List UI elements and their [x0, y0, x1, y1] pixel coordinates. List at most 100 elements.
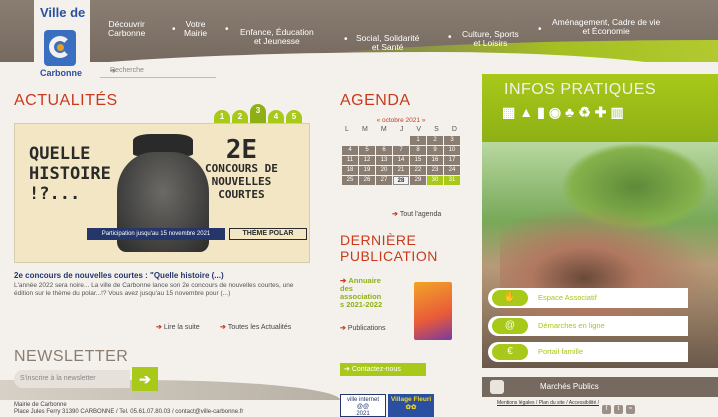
euro-icon: €: [492, 344, 528, 360]
calendar-day[interactable]: 10: [444, 146, 460, 155]
calendar-day[interactable]: 13: [376, 156, 392, 165]
nav-decouvrir[interactable]: Découvrir Carbonne: [108, 20, 145, 38]
calendar-day[interactable]: 5: [359, 146, 375, 155]
nav-mairie[interactable]: Votre Mairie: [184, 20, 207, 38]
cross-icon[interactable]: ✚: [595, 104, 607, 121]
calendar-day[interactable]: 27: [376, 176, 392, 185]
calendar-day[interactable]: 22: [410, 166, 426, 175]
news-title[interactable]: 2e concours de nouvelles courtes : "Quel…: [14, 271, 224, 280]
nav-social[interactable]: Social, Solidarité et Santé: [356, 34, 419, 52]
hero-right-block: 2E CONCOURS DE NOUVELLES COURTES: [205, 137, 278, 201]
ville-internet-badge[interactable]: ville internet @@ 2021: [340, 394, 386, 417]
quick-link-label: Démarches en ligne: [538, 321, 605, 330]
arrow-right-icon: ➔: [139, 371, 151, 387]
car-icon[interactable]: ◉: [549, 104, 561, 121]
village-fleuri-badge[interactable]: Village Fleuri ✿✿: [388, 394, 434, 417]
calendar-day[interactable]: 7: [393, 146, 409, 155]
pager-5[interactable]: 5: [286, 110, 302, 123]
read-more-link[interactable]: ➔ Lire la suite: [156, 323, 200, 331]
nav-separator: •: [344, 34, 348, 45]
publication-title: DERNIÈRE PUBLICATION: [340, 232, 438, 264]
calendar-day[interactable]: 28: [393, 176, 409, 185]
book-icon[interactable]: ▮: [537, 104, 545, 121]
calendar-day[interactable]: 30: [427, 176, 443, 185]
calendar-day[interactable]: 8: [410, 146, 426, 155]
calendar-day[interactable]: 4: [342, 146, 358, 155]
recycle-icon[interactable]: ♻: [578, 104, 591, 121]
calendar-day[interactable]: 6: [376, 146, 392, 155]
newsletter-input[interactable]: S'inscrire à la newsletter: [14, 370, 130, 388]
calendar-dows: L M M J V S D: [340, 126, 462, 133]
calendar-day[interactable]: 2: [427, 136, 443, 145]
pager-3-active[interactable]: 3: [250, 104, 266, 123]
calendar-day[interactable]: 15: [410, 156, 426, 165]
footer-links[interactable]: Mentions légales / Plan du site / Access…: [497, 400, 599, 406]
calendar-day[interactable]: 31: [444, 176, 460, 185]
calendar-day[interactable]: 12: [359, 156, 375, 165]
logo-name: Carbonne: [40, 68, 83, 78]
contact-button[interactable]: ➔ Contactez-nous: [340, 363, 426, 376]
marches-publics-bar[interactable]: Marchés Publics: [482, 377, 718, 397]
calendar-dow: D: [451, 126, 457, 133]
calendar-day[interactable]: 17: [444, 156, 460, 165]
quick-link-demarches[interactable]: @ Démarches en ligne: [488, 316, 688, 336]
hero-left-text: QUELLE HISTOIRE !?...: [29, 144, 111, 204]
facebook-icon[interactable]: f: [602, 405, 611, 414]
all-agenda-link[interactable]: ➔ Tout l'agenda: [392, 210, 441, 218]
quick-link-associatif[interactable]: ✋ Espace Associatif: [488, 288, 688, 308]
nav-separator: •: [538, 24, 542, 35]
hero-image[interactable]: QUELLE HISTOIRE !?... 2E CONCOURS DE NOU…: [14, 123, 310, 263]
calendar-day[interactable]: 14: [393, 156, 409, 165]
photo-people: [500, 206, 710, 326]
map-icon[interactable]: ▦: [502, 104, 515, 121]
quick-link-label: Portail famille: [538, 347, 584, 356]
twitter-icon[interactable]: t: [614, 405, 623, 414]
pager-4[interactable]: 4: [268, 110, 284, 123]
publication-cover[interactable]: [414, 282, 452, 340]
calendar-day[interactable]: 3: [444, 136, 460, 145]
calendar-day[interactable]: 26: [359, 176, 375, 185]
calendar-day: [359, 136, 375, 145]
newsletter-title: NEWSLETTER: [14, 348, 129, 365]
quick-link-label: Espace Associatif: [538, 293, 597, 302]
arrow-right-icon: ➔: [156, 324, 164, 331]
calendar-day[interactable]: 19: [359, 166, 375, 175]
bin-icon[interactable]: ▥: [611, 104, 624, 121]
rss-icon[interactable]: ≈: [626, 405, 635, 414]
quick-link-famille[interactable]: € Portail famille: [488, 342, 688, 362]
nav-separator: •: [225, 24, 229, 35]
all-agenda-label: Tout l'agenda: [399, 211, 442, 218]
traffic-cone-icon[interactable]: ▲: [519, 104, 533, 121]
calendar-day[interactable]: 1: [410, 136, 426, 145]
calendar-month[interactable]: « octobre 2021 »: [340, 117, 462, 124]
nav-separator: •: [448, 32, 452, 43]
address-line2: Place Jules Ferry 31390 CARBONNE / Tel. …: [14, 409, 244, 415]
calendar-day[interactable]: 16: [427, 156, 443, 165]
calendar-day[interactable]: 24: [444, 166, 460, 175]
publication-item[interactable]: ➔ Annuaire des association s 2021-2022: [340, 277, 412, 309]
calendar-day[interactable]: 23: [427, 166, 443, 175]
calendar-day[interactable]: 9: [427, 146, 443, 155]
all-news-link[interactable]: ➔ Toutes les Actualités: [220, 323, 291, 331]
calendar-day[interactable]: 29: [410, 176, 426, 185]
search-arrow-icon[interactable]: ➔: [110, 67, 200, 75]
publications-link[interactable]: ➔ Publications: [340, 324, 386, 332]
logo-mark-icon[interactable]: [44, 30, 76, 66]
calendar-dow: S: [434, 126, 439, 133]
pager-1[interactable]: 1: [214, 110, 230, 123]
people-icon[interactable]: ♣: [565, 104, 574, 121]
newsletter-submit-button[interactable]: ➔: [132, 367, 158, 391]
calendar-day: [376, 136, 392, 145]
pager-2[interactable]: 2: [232, 110, 248, 123]
hero-polar: THÈME POLAR: [229, 228, 307, 240]
calendar-dow: J: [399, 126, 404, 133]
calendar-day[interactable]: 11: [342, 156, 358, 165]
calendar-day[interactable]: 25: [342, 176, 358, 185]
search-field[interactable]: Recherche ➔: [100, 64, 216, 78]
nav-culture[interactable]: Culture, Sports et Loisirs: [462, 30, 519, 48]
calendar-day[interactable]: 20: [376, 166, 392, 175]
nav-enfance[interactable]: Enfance, Éducation et Jeunesse: [240, 28, 314, 46]
calendar-day[interactable]: 21: [393, 166, 409, 175]
calendar-day[interactable]: 18: [342, 166, 358, 175]
nav-amenagement[interactable]: Aménagement, Cadre de vie et Économie: [552, 18, 660, 36]
